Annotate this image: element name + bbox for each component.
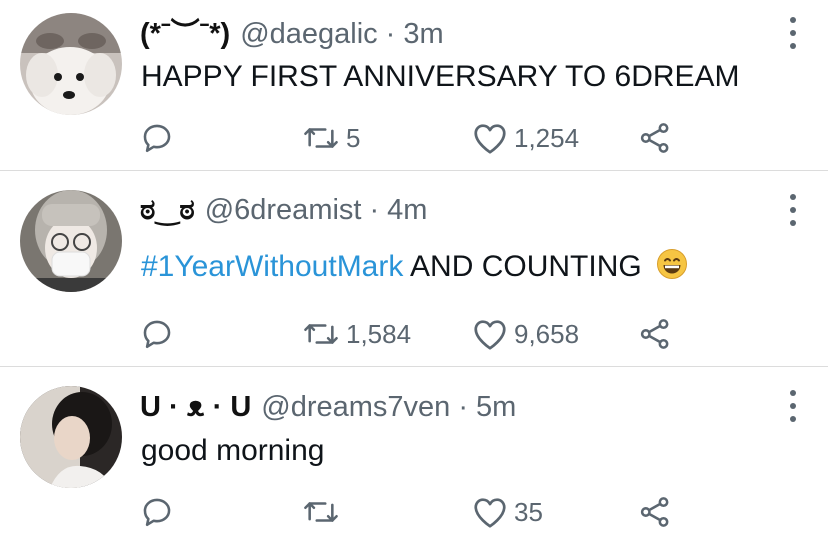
- share-button[interactable]: [638, 492, 672, 532]
- like-button[interactable]: 35: [472, 492, 543, 532]
- share-icon: [640, 123, 669, 153]
- like-count: 35: [514, 496, 543, 527]
- retweet-button[interactable]: [302, 492, 346, 532]
- timestamp[interactable]: 5m: [476, 387, 516, 427]
- divider: [0, 366, 828, 367]
- like-button[interactable]: 1,254: [472, 118, 579, 158]
- separator-dot: ·: [458, 391, 468, 423]
- like-count: 9,658: [514, 318, 580, 349]
- share-icon: [640, 319, 669, 349]
- more-vertical-icon[interactable]: [788, 17, 798, 49]
- reply-icon: [143, 320, 171, 349]
- tweet-text: HAPPY FIRST ANNIVERSARY TO 6DREAM: [141, 57, 740, 97]
- tweet-actions: 5 1,254: [0, 118, 828, 158]
- reply-icon: [143, 124, 171, 153]
- more-vertical-icon[interactable]: [788, 390, 798, 422]
- timestamp[interactable]: 4m: [387, 190, 427, 230]
- like-count: 1,254: [514, 122, 580, 153]
- tweet[interactable]: (*ˉ︶ˉ*) @daegalic · 3m HAPPY FIRST ANNIV…: [0, 13, 828, 173]
- heart-icon: [474, 498, 506, 528]
- reply-button[interactable]: [140, 314, 174, 354]
- separator-dot: ·: [369, 194, 380, 226]
- retweet-icon: [304, 502, 338, 522]
- timestamp[interactable]: 3m: [403, 14, 443, 54]
- divider: [0, 170, 828, 171]
- tweet-body: HAPPY FIRST ANNIVERSARY TO 6DREAM: [141, 60, 740, 93]
- tweet-feed: (*ˉ︶ˉ*) @daegalic · 3m HAPPY FIRST ANNIV…: [0, 0, 828, 540]
- tweet-body: good morning: [141, 434, 325, 467]
- retweet-count: 5: [346, 122, 361, 153]
- user-handle[interactable]: @6dreamist: [205, 190, 362, 230]
- share-icon: [640, 497, 669, 527]
- tweet-text: #1YearWithoutMark AND COUNTING: [141, 247, 688, 287]
- tweet-actions: 35: [0, 492, 828, 532]
- display-name[interactable]: U · ᴥ · U: [140, 387, 251, 427]
- tweet-body: AND COUNTING: [410, 250, 642, 283]
- display-name[interactable]: (*ˉ︶ˉ*): [140, 14, 230, 54]
- user-handle[interactable]: @daegalic: [240, 14, 377, 54]
- reply-icon: [143, 498, 171, 527]
- tweet-actions: 1,584 9,658: [0, 314, 828, 354]
- retweet-count: 1,584: [346, 318, 412, 349]
- separator-dot: ·: [385, 18, 396, 50]
- reply-button[interactable]: [140, 492, 174, 532]
- avatar[interactable]: [20, 386, 122, 488]
- grinning-face-icon: [657, 249, 688, 279]
- user-handle[interactable]: @dreams7ven: [261, 387, 450, 427]
- heart-icon: [474, 320, 506, 350]
- tweet-header: U · ᴥ · U @dreams7ven · 5m: [140, 387, 516, 427]
- more-vertical-icon[interactable]: [788, 194, 798, 226]
- tweet-text: good morning: [141, 431, 324, 471]
- retweet-button[interactable]: 5: [302, 118, 360, 158]
- retweet-icon: [304, 324, 338, 344]
- retweet-icon: [304, 128, 338, 148]
- tweet[interactable]: U · ᴥ · U @dreams7ven · 5m good morning …: [0, 386, 828, 540]
- like-button[interactable]: 9,658: [472, 314, 579, 354]
- share-button[interactable]: [638, 118, 672, 158]
- heart-icon: [474, 124, 506, 154]
- share-button[interactable]: [638, 314, 672, 354]
- tweet-header: ಠ‿ಠ @6dreamist · 4m: [140, 190, 427, 230]
- hashtag-link[interactable]: #1YearWithoutMark: [141, 250, 403, 283]
- retweet-button[interactable]: 1,584: [302, 314, 411, 354]
- reply-button[interactable]: [140, 118, 174, 158]
- avatar[interactable]: [20, 190, 122, 292]
- display-name[interactable]: ಠ‿ಠ: [140, 190, 195, 230]
- tweet[interactable]: ಠ‿ಠ @6dreamist · 4m #1YearWithoutMark AN…: [0, 190, 828, 360]
- tweet-header: (*ˉ︶ˉ*) @daegalic · 3m: [140, 14, 444, 54]
- avatar[interactable]: [20, 13, 122, 115]
